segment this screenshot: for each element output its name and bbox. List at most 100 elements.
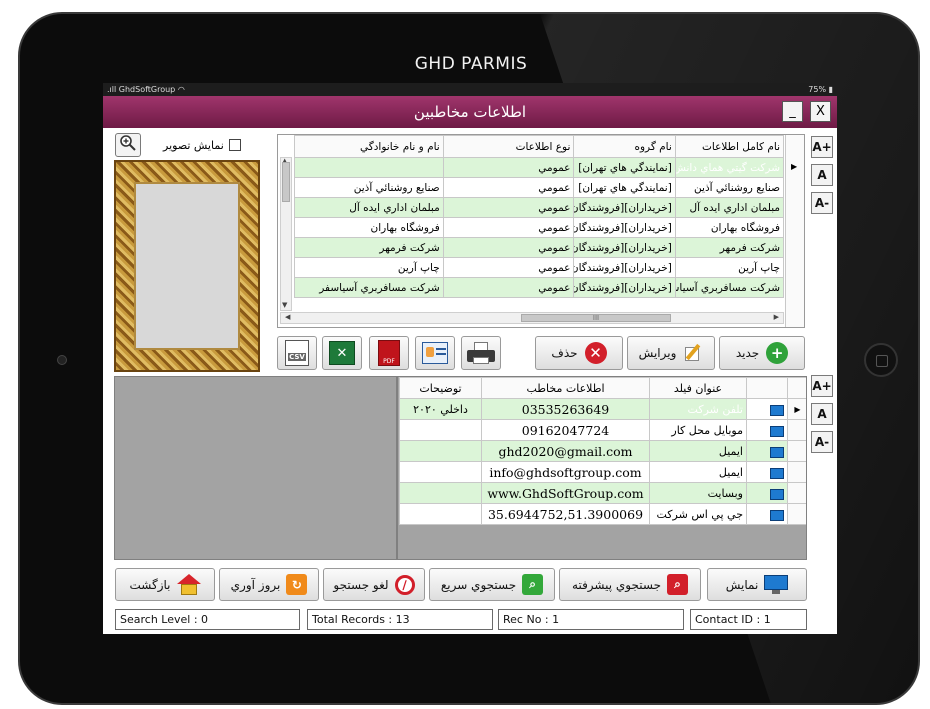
close-button[interactable]: X [810, 101, 831, 122]
cell-info-type[interactable]: عمومي [442, 237, 575, 258]
cell-contact-name[interactable]: چاپ آرين [674, 257, 785, 278]
quick-search-button[interactable]: ⌕ جستجوي سريع [429, 568, 555, 601]
col-header-contact-info[interactable]: اطلاعات مخاطب [481, 377, 650, 399]
cell-group-name[interactable]: [خريداران][فروشندگان] [573, 217, 676, 238]
cell-full-name[interactable] [294, 157, 444, 178]
cell-full-name[interactable]: شرکت فرمهر [294, 237, 444, 258]
cell-full-name[interactable]: فروشگاه بهاران [294, 217, 444, 238]
cell-group-name[interactable]: [نمايندگي هاي تهران] [573, 177, 676, 198]
cell-field-title[interactable]: جي پي اس شرکت [649, 503, 747, 525]
delete-button[interactable]: ✕ حذف [535, 336, 623, 370]
cell-contact-name[interactable]: شرکت مسافربري آسياسفر [674, 277, 785, 298]
cell-info-type[interactable]: عمومي [442, 157, 575, 178]
cell-info-type[interactable]: عمومي [442, 257, 575, 278]
cell-contact-name[interactable]: شرکت فرمهر [674, 237, 785, 258]
cell-group-name[interactable]: [خريداران][فروشندگان] [573, 277, 676, 298]
show-image-checkbox[interactable] [228, 139, 241, 151]
font-increase-button[interactable]: A+ [811, 136, 833, 158]
col-header-group-name[interactable]: نام گروه [573, 135, 676, 158]
refresh-button[interactable]: ↻ بروز آوري [219, 568, 319, 601]
col-header-notes[interactable]: توضيحات [399, 377, 482, 399]
table-row[interactable]: داخلي ۲۰۲۰ 03535263649 تلفن شرکت ▶ [399, 398, 806, 420]
cell-field-title[interactable]: وبسايت [649, 482, 747, 504]
export-csv-button[interactable]: CSV [277, 336, 317, 370]
home-button[interactable] [864, 343, 898, 377]
col-header-field-title[interactable]: عنوان فيلد [649, 377, 747, 399]
table-row[interactable]: 09162047724 موبايل محل کار [399, 419, 806, 441]
export-excel-button[interactable]: ✕ [322, 336, 362, 370]
show-image-toggle[interactable]: نمايش تصوير [163, 137, 275, 153]
col-header-info-type[interactable]: نوع اطلاعات [442, 135, 575, 158]
table-row[interactable]: صنايع روشنائي آذين عمومي [نمايندگي هاي ت… [294, 177, 785, 198]
table-row[interactable]: www.GhdSoftGroup.com وبسايت [399, 482, 806, 504]
cell-info-type[interactable]: عمومي [442, 197, 575, 218]
cancel-search-button[interactable]: ∕ لغو جستجو [323, 568, 425, 601]
cell-full-name[interactable]: مبلمان اداري ايده آل [294, 197, 444, 218]
refresh-label: بروز آوري [230, 577, 281, 592]
scroll-thumb[interactable] [282, 162, 290, 202]
table-row[interactable]: عمومي [نمايندگي هاي تهران] شرکت گيتي هما… [294, 157, 785, 178]
details-font-increase-button[interactable]: A+ [811, 375, 833, 397]
cell-contact-info[interactable]: 03535263649 [481, 398, 650, 420]
cell-notes[interactable] [399, 482, 482, 504]
print-button[interactable] [461, 336, 501, 370]
horizontal-scroll-thumb[interactable]: III [521, 314, 671, 322]
scroll-left-icon[interactable]: ◀ [285, 313, 290, 321]
cell-field-title[interactable]: تلفن شرکت [649, 398, 747, 420]
cell-field-title[interactable]: ايميل [649, 440, 747, 462]
col-header-contact-name[interactable]: نام کامل اطلاعات [674, 135, 785, 158]
export-pdf-button[interactable]: PDF [369, 336, 409, 370]
scroll-down-icon[interactable]: ▼ [282, 301, 287, 309]
new-button[interactable]: + جديد [719, 336, 805, 370]
table-row[interactable]: ghd2020@gmail.com ايميل [399, 440, 806, 462]
advanced-search-button[interactable]: ⌕ جستجوي پيشرفته [559, 568, 701, 601]
back-button[interactable]: بازگشت [115, 568, 215, 601]
cell-info-type[interactable]: عمومي [442, 277, 575, 298]
cell-info-type[interactable]: عمومي [442, 217, 575, 238]
scroll-right-icon[interactable]: ▶ [774, 313, 779, 321]
cell-field-title[interactable]: موبايل محل کار [649, 419, 747, 441]
cell-notes[interactable]: داخلي ۲۰۲۰ [399, 398, 482, 420]
cell-contact-name[interactable]: شرکت گيتي هماي دانش [674, 157, 785, 178]
cell-contact-name[interactable]: صنايع روشنائي آذين [674, 177, 785, 198]
edit-button[interactable]: ويرايش [627, 336, 715, 370]
details-font-normal-button[interactable]: A [811, 403, 833, 425]
cell-notes[interactable] [399, 461, 482, 483]
show-button[interactable]: نمايش [707, 568, 807, 601]
cell-full-name[interactable]: صنايع روشنائي آذين [294, 177, 444, 198]
cell-contact-name[interactable]: مبلمان اداري ايده آل [674, 197, 785, 218]
minimize-button[interactable]: _ [782, 101, 803, 122]
font-decrease-button[interactable]: A- [811, 192, 833, 214]
cell-notes[interactable] [399, 419, 482, 441]
details-font-decrease-button[interactable]: A- [811, 431, 833, 453]
table-row[interactable]: شرکت فرمهر عمومي [خريداران][فروشندگان] ش… [294, 237, 785, 258]
table-row[interactable]: شرکت مسافربري آسياسفر عمومي [خريداران][ف… [294, 277, 785, 298]
zoom-image-button[interactable] [115, 133, 141, 157]
table-row[interactable]: مبلمان اداري ايده آل عمومي [خريداران][فر… [294, 197, 785, 218]
cell-group-name[interactable]: [خريداران][فروشندگان] [573, 237, 676, 258]
font-normal-button[interactable]: A [811, 164, 833, 186]
contacts-vertical-scrollbar[interactable]: ▲ ▼ [280, 157, 292, 311]
cell-contact-info[interactable]: 35.6944752,51.3900069 [481, 503, 650, 525]
cell-contact-info[interactable]: info@ghdsoftgroup.com [481, 461, 650, 483]
table-row[interactable]: چاپ آرين عمومي [خريداران][فروشندگان] چاپ… [294, 257, 785, 278]
cell-group-name[interactable]: [خريداران][فروشندگان] [573, 197, 676, 218]
cell-full-name[interactable]: شرکت مسافربري آسياسفر [294, 277, 444, 298]
table-row[interactable]: فروشگاه بهاران عمومي [خريداران][فروشندگا… [294, 217, 785, 238]
cell-notes[interactable] [399, 503, 482, 525]
cell-contact-info[interactable]: ghd2020@gmail.com [481, 440, 650, 462]
cell-contact-name[interactable]: فروشگاه بهاران [674, 217, 785, 238]
contacts-horizontal-scrollbar[interactable]: ◀ III ▶ [280, 312, 784, 324]
table-row[interactable]: info@ghdsoftgroup.com ايميل [399, 461, 806, 483]
cell-info-type[interactable]: عمومي [442, 177, 575, 198]
cell-field-title[interactable]: ايميل [649, 461, 747, 483]
cell-contact-info[interactable]: 09162047724 [481, 419, 650, 441]
cell-notes[interactable] [399, 440, 482, 462]
table-row[interactable]: 35.6944752,51.3900069 جي پي اس شرکت [399, 503, 806, 525]
cell-contact-info[interactable]: www.GhdSoftGroup.com [481, 482, 650, 504]
cell-group-name[interactable]: [نمايندگي هاي تهران] [573, 157, 676, 178]
cell-group-name[interactable]: [خريداران][فروشندگان] [573, 257, 676, 278]
col-header-full-name[interactable]: نام و نام خانوادگي [294, 135, 444, 158]
contact-card-button[interactable] [415, 336, 455, 370]
cell-full-name[interactable]: چاپ آرين [294, 257, 444, 278]
